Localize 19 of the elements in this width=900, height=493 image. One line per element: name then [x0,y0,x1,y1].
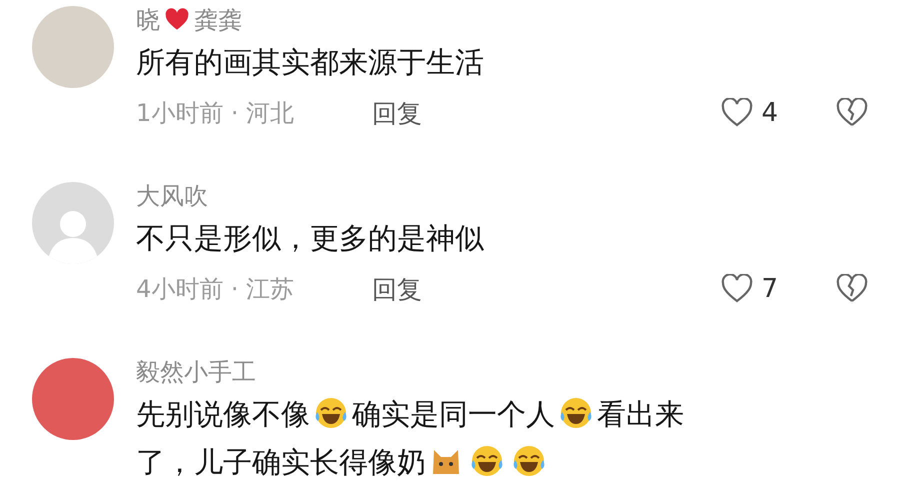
heart-icon [164,8,190,32]
like-button[interactable]: 4 [721,98,778,128]
comment-time-location: 1小时前 · 河北 [136,98,296,129]
comment-time-location: 4小时前 · 江苏 [136,274,296,305]
reply-button[interactable]: 回复 [372,96,422,130]
comment-text: 不只是形似，更多的是神似 [136,221,484,255]
laughing-face-icon [511,444,547,478]
reply-button[interactable]: 回复 [372,272,422,306]
dislike-button[interactable] [836,98,868,128]
dislike-button[interactable] [836,274,868,304]
like-button[interactable]: 7 [721,274,778,304]
comment-text: 看出来 [597,397,684,431]
comment-text: 所有的画其实都来源于生活 [136,45,484,79]
comment-text: 了，儿子确实长得像奶 [136,445,426,479]
laughing-face-icon [469,444,505,478]
laughing-face-icon [313,396,349,430]
comment-text: 先别说像不像 [136,397,310,431]
comment-text: 确实是同一个人 [352,397,555,431]
laughing-face-icon [558,396,594,430]
